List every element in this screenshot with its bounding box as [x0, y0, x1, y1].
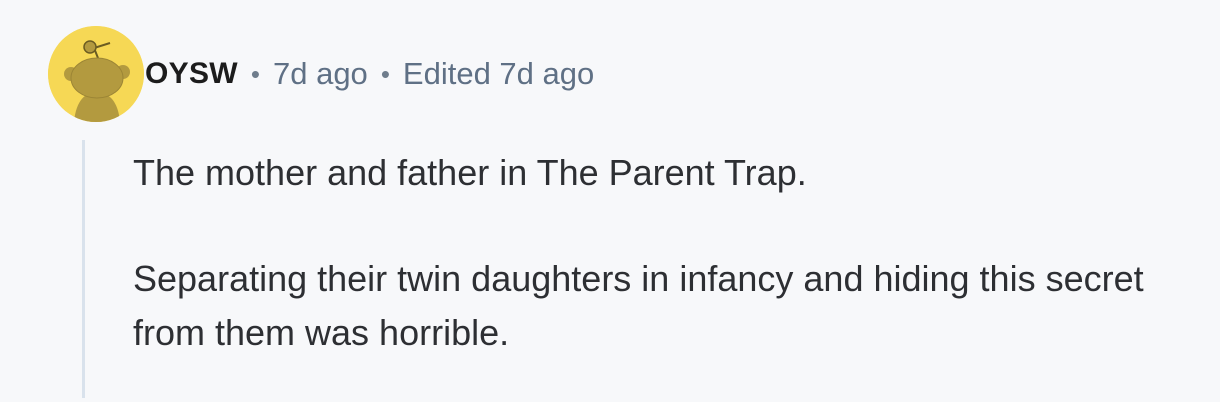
comment-meta: OYSW • 7d ago • Edited 7d ago	[145, 54, 594, 94]
timestamp[interactable]: 7d ago	[273, 56, 368, 92]
comment-paragraph: Separating their twin daughters in infan…	[133, 258, 1144, 353]
thread-line[interactable]	[82, 140, 85, 398]
meta-separator: •	[250, 58, 260, 89]
comment-paragraph: The mother and father in The Parent Trap…	[133, 152, 807, 193]
avatar[interactable]	[48, 26, 144, 122]
meta-separator: •	[380, 58, 390, 89]
comment: OYSW • 7d ago • Edited 7d ago The mother…	[0, 0, 1220, 402]
snoo-avatar-icon	[48, 26, 144, 122]
edited-label: Edited 7d ago	[402, 56, 595, 91]
comment-body: The mother and father in The Parent Trap…	[133, 146, 1193, 360]
username-link[interactable]: OYSW	[145, 57, 238, 91]
